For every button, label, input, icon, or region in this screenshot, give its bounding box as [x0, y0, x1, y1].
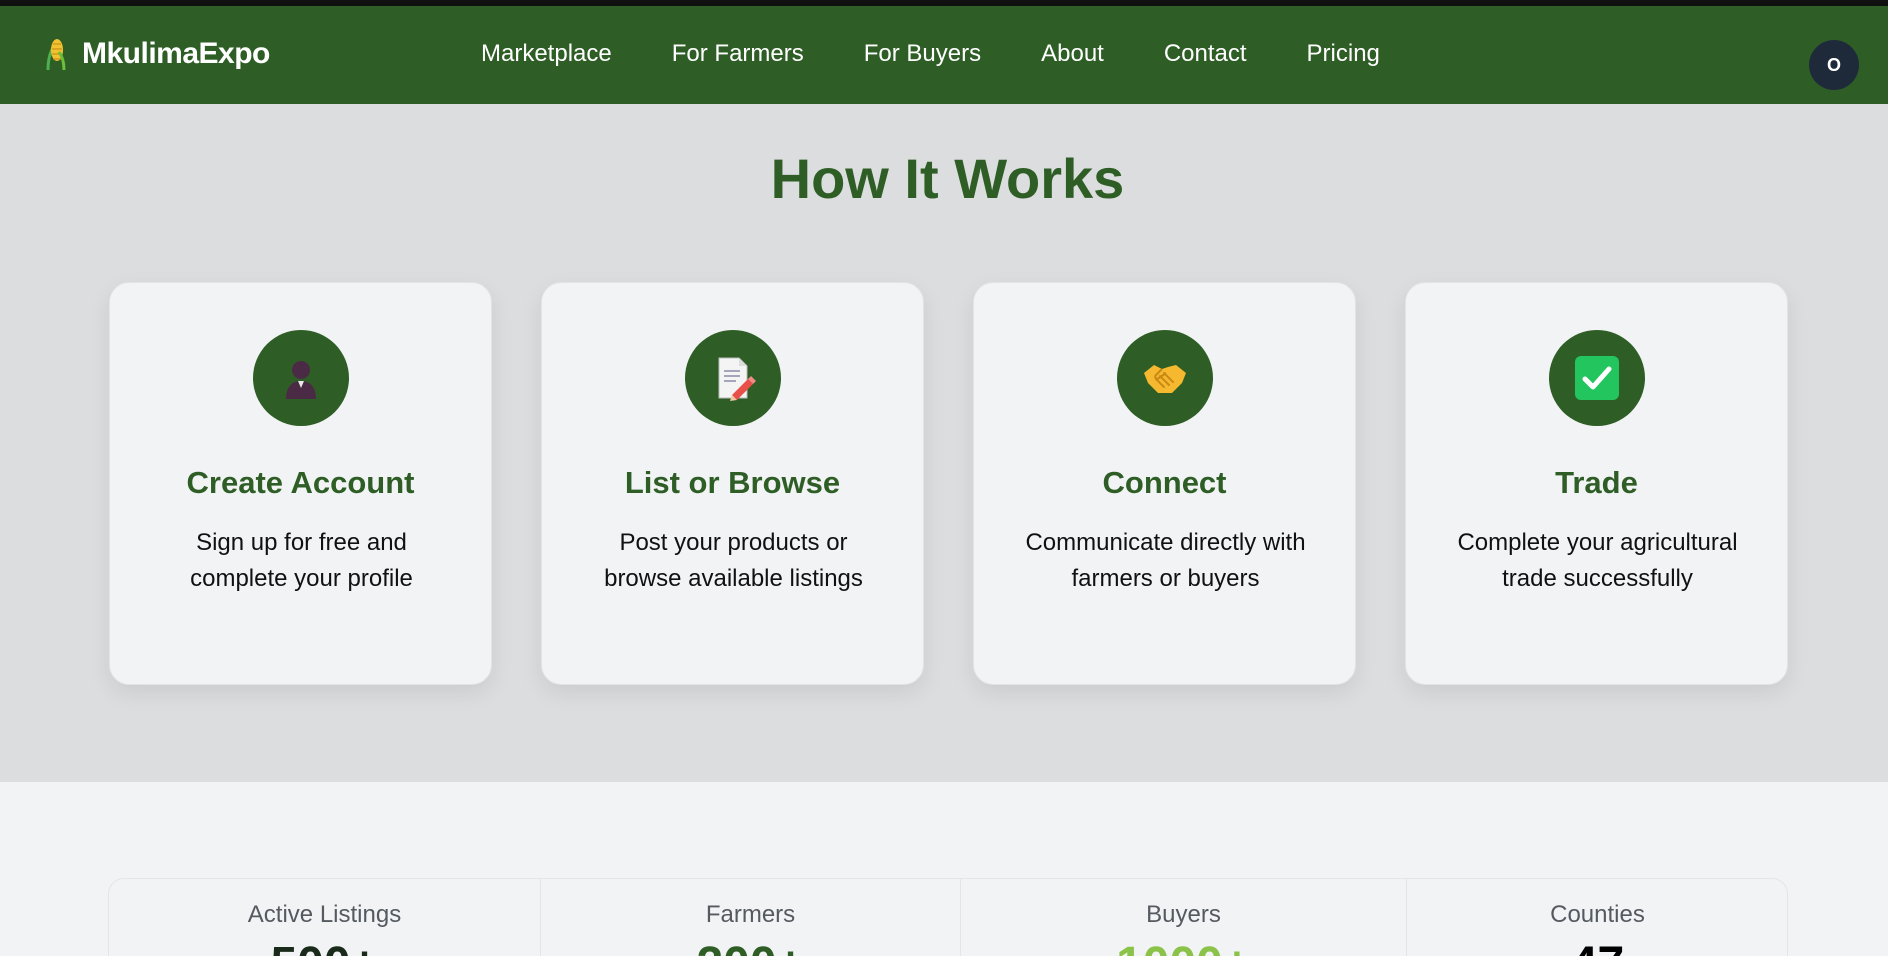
nav-marketplace[interactable]: Marketplace [481, 36, 612, 72]
nav-about[interactable]: About [1041, 36, 1104, 72]
stat-value: 500+ [109, 937, 540, 956]
stat-buyers: Buyers 1000+ [960, 879, 1406, 956]
check-icon [1575, 356, 1619, 400]
step-description: Complete your agricultural trade success… [1457, 529, 1738, 592]
step-icon-badge [1549, 330, 1645, 426]
step-description: Communicate directly with farmers or buy… [1025, 529, 1306, 592]
stat-active-listings: Active Listings 500+ [109, 879, 540, 956]
stat-value: 1000+ [961, 937, 1406, 956]
step-description: Sign up for free and complete your profi… [190, 529, 413, 592]
memo-icon [718, 357, 756, 401]
how-it-works-section: How It Works Create Account Sign up for … [0, 104, 1888, 782]
section-title: How It Works [770, 147, 1125, 210]
nav-for-buyers[interactable]: For Buyers [864, 36, 981, 72]
step-description: Post your products or browse available l… [604, 529, 863, 592]
nav-contact[interactable]: Contact [1164, 36, 1247, 72]
stat-value: 47 [1407, 937, 1788, 956]
stat-counties: Counties 47 [1406, 879, 1788, 956]
stat-farmers: Farmers 200+ [540, 879, 960, 956]
person-icon [286, 361, 316, 399]
step-card-trade: Trade Complete your agricultural trade s… [1405, 282, 1788, 685]
step-icon-badge [685, 330, 781, 426]
step-card-list-or-browse: List or Browse Post your products or bro… [541, 282, 924, 685]
step-title: Create Account [186, 465, 415, 500]
stats-section: Active Listings 500+ Farmers 200+ Buyers… [0, 782, 1888, 956]
corn-icon [46, 39, 66, 71]
step-icon-badge [253, 330, 349, 426]
user-avatar-button[interactable]: O [1809, 40, 1859, 90]
step-icon-badge [1117, 330, 1213, 426]
navbar: MkulimaExpo Marketplace For Farmers For … [0, 6, 1888, 104]
nav-for-farmers[interactable]: For Farmers [672, 36, 804, 72]
stats-card: Active Listings 500+ Farmers 200+ Buyers… [108, 878, 1788, 956]
nav-pricing[interactable]: Pricing [1307, 36, 1380, 72]
step-title: Trade [1555, 465, 1638, 500]
step-card-create-account: Create Account Sign up for free and comp… [109, 282, 492, 685]
step-title: List or Browse [624, 465, 841, 500]
stat-value: 200+ [541, 937, 960, 956]
main-nav: Marketplace For Farmers For Buyers About… [481, 36, 1380, 72]
stat-label: Farmers [705, 901, 796, 928]
stat-label: Counties [1550, 901, 1645, 928]
stat-label: Active Listings [247, 901, 402, 928]
brand-logo[interactable]: MkulimaExpo [42, 34, 270, 74]
handshake-icon [1144, 365, 1186, 393]
brand-name: MkulimaExpo [82, 37, 270, 70]
step-title: Connect [1102, 465, 1227, 500]
stat-label: Buyers [1146, 901, 1221, 928]
step-card-connect: Connect Communicate directly with farmer… [973, 282, 1356, 685]
